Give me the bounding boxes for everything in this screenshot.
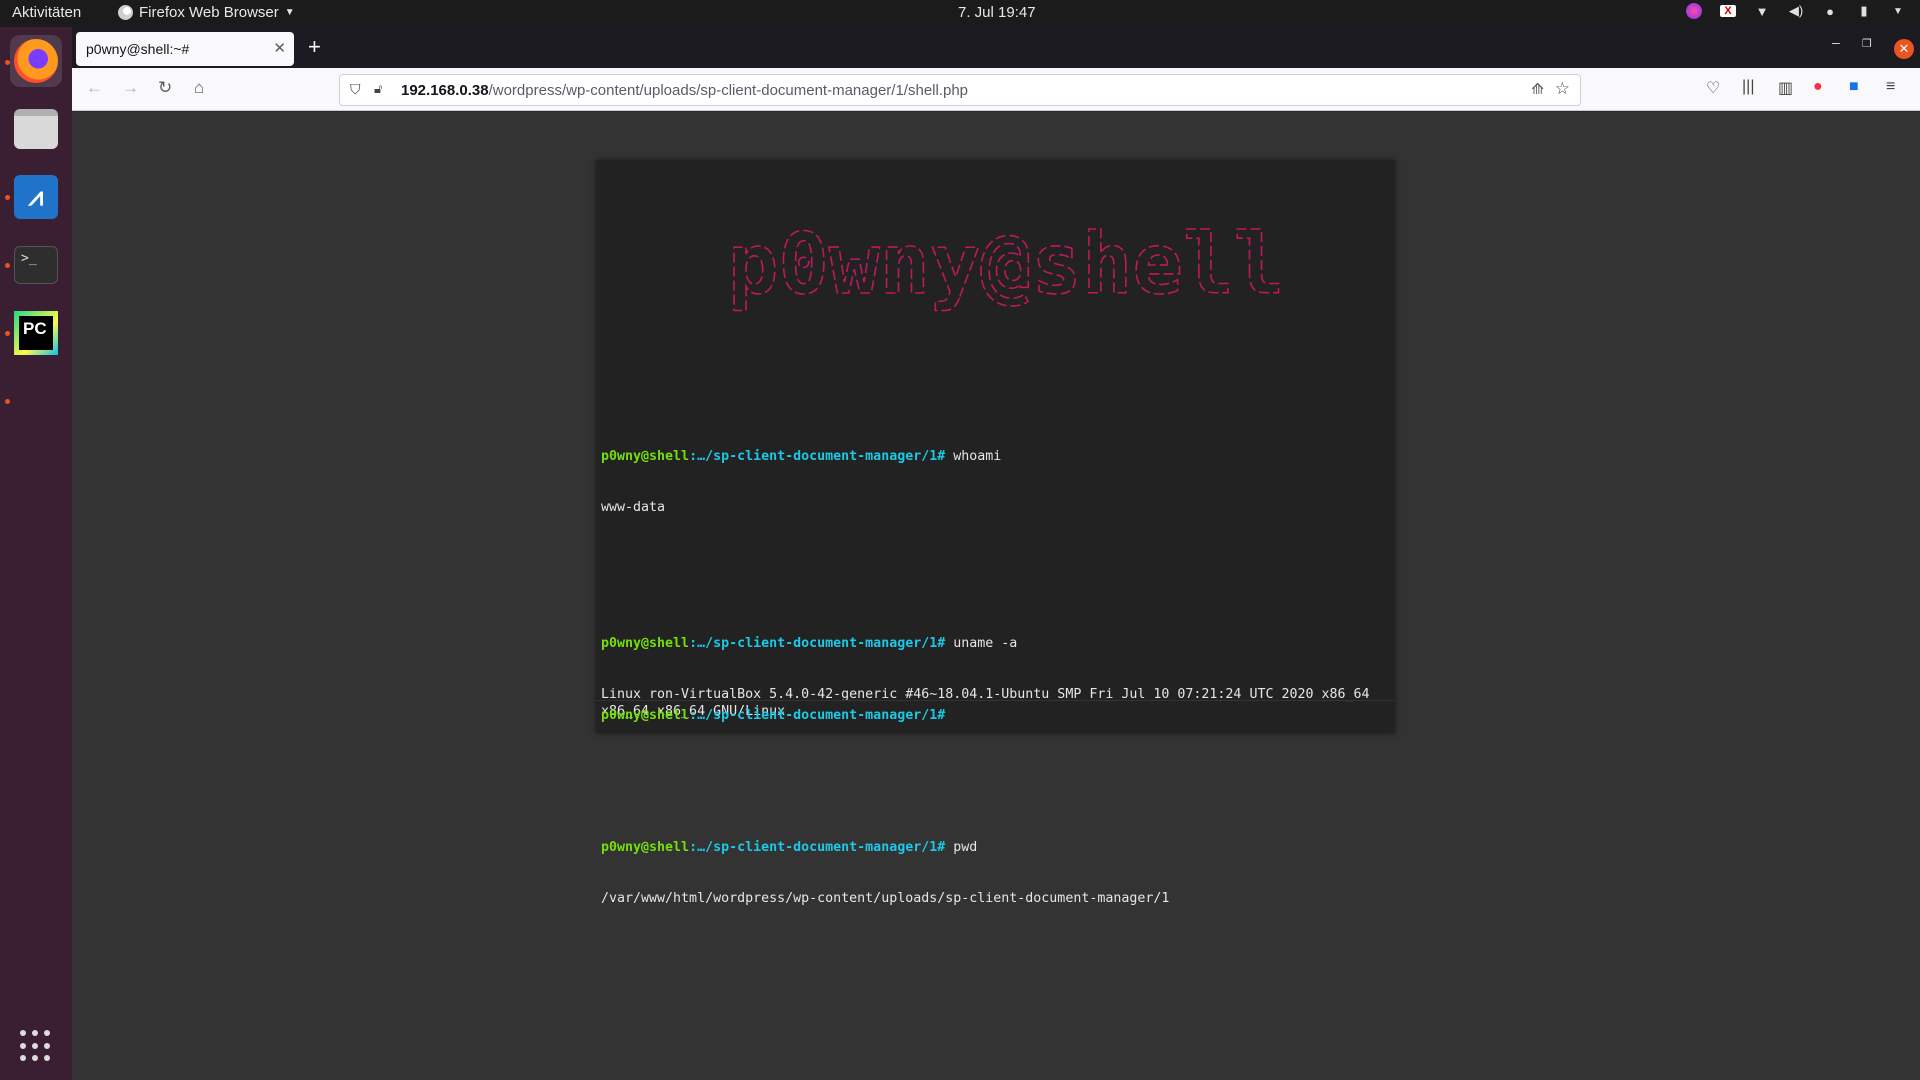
command-block: p0wny@shell:…/sp-client-document-manager… bbox=[601, 414, 1391, 550]
prompt-user: p0wny@shell bbox=[601, 636, 690, 651]
p0wny-shell-container: p0wny@shell p0wny@shell:…/sp-client-docu… bbox=[596, 160, 1395, 906]
ascii-art-logo: p0wny@shell bbox=[727, 215, 1285, 314]
command-block: p0wny@shell:…/sp-client-document-manager… bbox=[601, 805, 1391, 941]
app-menu[interactable]: Firefox Web Browser ▼ bbox=[118, 4, 295, 21]
tab-strip: p0wny@shell:~# ✕ + – ❐ ✕ bbox=[72, 27, 1920, 68]
battery-icon[interactable]: ▮ bbox=[1856, 3, 1872, 19]
app-indicator-x-icon[interactable]: X bbox=[1720, 5, 1736, 17]
gnome-top-bar: Aktivitäten Firefox Web Browser ▼ 7. Jul… bbox=[0, 0, 1920, 27]
prompt-path: :…/sp-client-document-manager/1# bbox=[689, 636, 946, 651]
command-text: pwd bbox=[945, 840, 978, 855]
system-tray[interactable]: X ▼ ◀) ● ▮ ▼ bbox=[1686, 3, 1906, 19]
prompt-path: :…/sp-client-document-manager/1# bbox=[689, 449, 946, 464]
dock-files[interactable] bbox=[10, 103, 62, 155]
command-output: www-data bbox=[601, 500, 666, 515]
shell-command-input[interactable]: p0wny@shell:…/sp-client-document-manager… bbox=[596, 700, 1395, 733]
shell-output: p0wny@shell:…/sp-client-document-manager… bbox=[601, 380, 1391, 992]
firefox-window: p0wny@shell:~# ✕ + – ❐ ✕ ← → ↻ ⌂ ⛉ 🔓︎ 19… bbox=[72, 27, 1920, 1080]
system-monitor-icon: ⩘ bbox=[14, 175, 58, 219]
terminal-icon: >_ bbox=[14, 246, 58, 284]
dock: ⩘ >_ PC bbox=[0, 27, 72, 1080]
firefox-mini-icon bbox=[118, 5, 133, 20]
hamburger-menu-icon[interactable]: ≡ bbox=[1886, 78, 1895, 96]
dock-terminal[interactable]: >_ bbox=[10, 239, 62, 291]
app-menu-label: Firefox Web Browser bbox=[139, 4, 279, 21]
home-icon[interactable]: ⌂ bbox=[194, 78, 204, 98]
dock-pycharm[interactable]: PC bbox=[10, 307, 62, 359]
insecure-lock-icon[interactable]: 🔓︎ bbox=[374, 81, 382, 97]
minimize-icon[interactable]: – bbox=[1832, 34, 1840, 50]
command-text: whoami bbox=[945, 449, 1002, 464]
wifi-icon[interactable]: ▼ bbox=[1754, 4, 1770, 19]
app-indicator-icon[interactable] bbox=[1686, 3, 1702, 19]
show-applications-grid-icon[interactable] bbox=[20, 1030, 52, 1062]
close-tab-icon[interactable]: ✕ bbox=[273, 39, 286, 57]
input-prompt-path: :…/sp-client-document-manager/1# bbox=[689, 708, 946, 723]
close-window-icon[interactable]: ✕ bbox=[1894, 39, 1914, 59]
power-menu-icon[interactable]: ▼ bbox=[1890, 6, 1906, 17]
new-tab-button[interactable]: + bbox=[308, 34, 321, 60]
p0wny-shell-ascii-banner: p0wny@shell bbox=[696, 215, 1316, 320]
input-prompt-user: p0wny@shell bbox=[601, 708, 690, 723]
dock-system-monitor[interactable]: ⩘ bbox=[10, 171, 62, 223]
tab-title: p0wny@shell:~# bbox=[86, 41, 190, 57]
url-text[interactable]: 192.168.0.38/wordpress/wp-content/upload… bbox=[401, 82, 968, 99]
maximize-icon[interactable]: ❐ bbox=[1862, 37, 1872, 50]
chevron-down-icon: ▼ bbox=[284, 7, 295, 18]
firefox-icon bbox=[14, 39, 58, 83]
reload-icon[interactable]: ↻ bbox=[158, 78, 172, 98]
sidebar-icon[interactable]: ▥ bbox=[1778, 78, 1793, 98]
nav-toolbar: ← → ↻ ⌂ ⛉ 🔓︎ 192.168.0.38/wordpress/wp-c… bbox=[72, 68, 1920, 111]
extension-icon[interactable]: ● bbox=[1813, 78, 1823, 96]
translate-extension-icon[interactable]: ■ bbox=[1849, 78, 1859, 96]
pycharm-icon: PC bbox=[14, 311, 58, 355]
prompt-path: :…/sp-client-document-manager/1# bbox=[689, 840, 946, 855]
activities-button[interactable]: Aktivitäten bbox=[12, 4, 81, 21]
command-output: /var/www/html/wordpress/wp-content/uploa… bbox=[601, 891, 1170, 906]
bookmark-star-icon[interactable]: ☆ bbox=[1555, 79, 1570, 99]
running-indicator bbox=[5, 399, 10, 404]
back-arrow-icon[interactable]: ← bbox=[86, 78, 103, 98]
microphone-icon[interactable]: ● bbox=[1822, 4, 1838, 19]
files-icon bbox=[14, 109, 58, 149]
prompt-user: p0wny@shell bbox=[601, 840, 690, 855]
tab-shell[interactable]: p0wny@shell:~# ✕ bbox=[76, 32, 294, 66]
page-content: p0wny@shell p0wny@shell:…/sp-client-docu… bbox=[72, 112, 1920, 1080]
url-bar[interactable]: ⛉ 🔓︎ 192.168.0.38/wordpress/wp-content/u… bbox=[339, 74, 1581, 106]
forward-arrow-icon[interactable]: → bbox=[122, 78, 139, 98]
pocket-icon[interactable]: ♡ bbox=[1706, 78, 1720, 98]
volume-icon[interactable]: ◀) bbox=[1788, 3, 1804, 19]
tracking-protection-shield-icon[interactable]: ⛉ bbox=[350, 81, 361, 98]
command-text: uname -a bbox=[945, 636, 1018, 651]
dock-firefox[interactable] bbox=[10, 35, 62, 87]
translate-icon[interactable]: ⟰ bbox=[1531, 80, 1544, 98]
prompt-user: p0wny@shell bbox=[601, 449, 690, 464]
ascii-banner-text: p0wny@shell bbox=[728, 215, 1284, 313]
library-icon[interactable]: ||| bbox=[1742, 78, 1754, 96]
clock[interactable]: 7. Jul 19:47 bbox=[958, 4, 1036, 21]
